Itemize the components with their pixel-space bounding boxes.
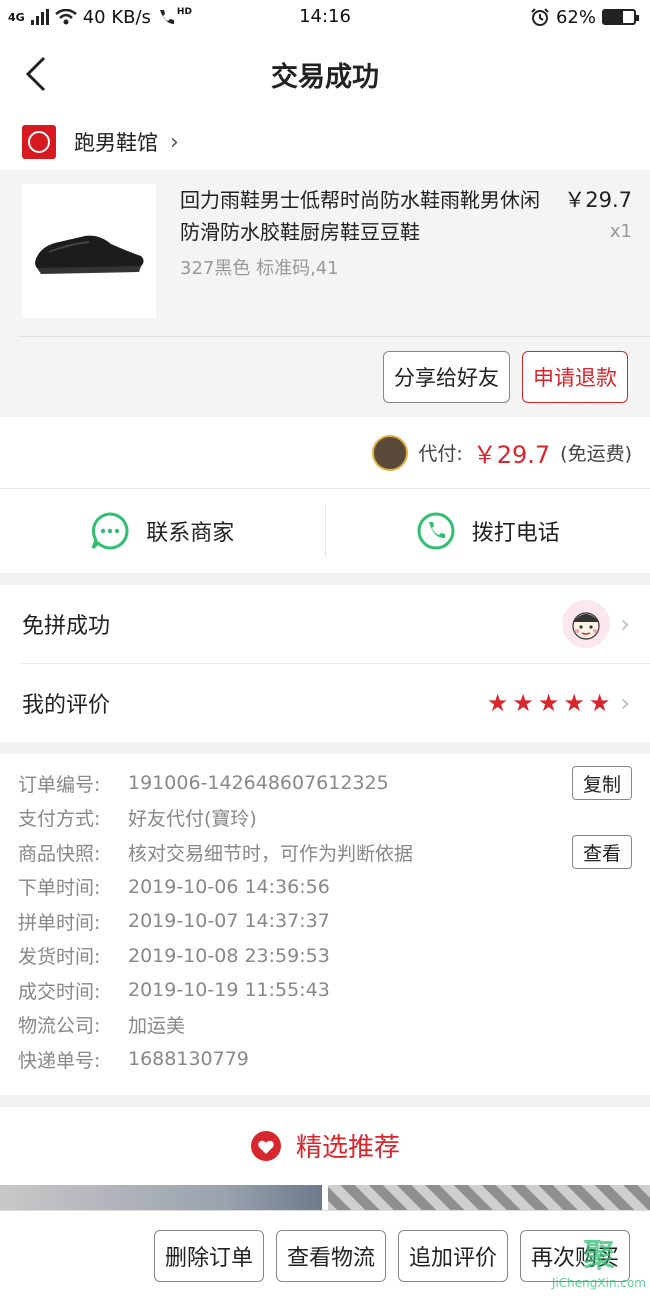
info-value: 2019-10-07 14:37:37 bbox=[128, 910, 330, 933]
product-spec: 327黑色 标准码,41 bbox=[180, 258, 339, 279]
info-row: 支付方式: 好友代付(寶玲) bbox=[18, 801, 632, 836]
info-row: 物流公司: 加运美 bbox=[18, 1008, 632, 1043]
pay-amount: ￥29.7 bbox=[472, 441, 551, 469]
contact-row: 联系商家 拨打电话 bbox=[0, 489, 650, 585]
watermark-logo: 聚 bbox=[582, 1236, 615, 1274]
recommend-title: 精选推荐 bbox=[295, 1133, 400, 1163]
product-item[interactable]: 回力雨鞋男士低帮时尚防水鞋雨靴男休闲防滑防水胶鞋厨房鞋豆豆鞋 327黑色 标准码… bbox=[0, 184, 650, 326]
chevron-right-icon: › bbox=[170, 129, 179, 155]
watermark: 聚 JiChengXin.com bbox=[552, 1230, 646, 1290]
info-row: 成交时间: 2019-10-19 11:55:43 bbox=[18, 973, 632, 1008]
battery-fill bbox=[604, 11, 623, 23]
info-label: 拼单时间: bbox=[18, 911, 101, 934]
info-label: 快递单号: bbox=[18, 1049, 101, 1072]
refund-button[interactable]: 申请退款 bbox=[522, 351, 628, 403]
star-icon: ★ bbox=[486, 689, 509, 717]
heart-icon bbox=[250, 1130, 281, 1161]
order-info: 订单编号: 191006-142648607612325 复制支付方式: 好友代付(寶… bbox=[0, 754, 650, 1095]
info-label: 物流公司: bbox=[18, 1015, 101, 1038]
product-image bbox=[22, 184, 156, 318]
product-qty: x1 bbox=[609, 221, 632, 242]
chevron-right-icon: › bbox=[620, 610, 630, 638]
group-row[interactable]: 免拼成功 › bbox=[0, 585, 650, 663]
contact-merchant-button[interactable]: 联系商家 bbox=[0, 511, 325, 551]
section-gap bbox=[0, 742, 650, 754]
group-label: 免拼成功 bbox=[22, 614, 111, 639]
recommend-header: 精选推荐 bbox=[0, 1107, 650, 1185]
info-row: 拼单时间: 2019-10-07 14:37:37 bbox=[18, 904, 632, 939]
info-value: 191006-142648607612325 bbox=[128, 772, 389, 795]
payment-row: 代付: ￥29.7 (免运费) bbox=[0, 417, 650, 489]
info-row: 发货时间: 2019-10-08 23:59:53 bbox=[18, 939, 632, 974]
info-label: 发货时间: bbox=[18, 946, 101, 969]
chat-icon bbox=[91, 512, 129, 550]
page-title: 交易成功 bbox=[271, 61, 379, 93]
product-price-col: ￥29.7 x1 bbox=[552, 184, 632, 326]
info-row: 下单时间: 2019-10-06 14:36:56 bbox=[18, 870, 632, 905]
shop-name: 跑男鞋馆 bbox=[74, 131, 158, 155]
info-label: 订单编号: bbox=[18, 773, 101, 796]
cartoon-avatar-icon bbox=[572, 612, 600, 640]
product-block: 回力雨鞋男士低帮时尚防水鞋雨靴男休闲防滑防水胶鞋厨房鞋豆豆鞋 327黑色 标准码… bbox=[0, 170, 650, 417]
view-snapshot-button[interactable]: 查看 bbox=[571, 835, 632, 870]
star-icon: ★ bbox=[588, 689, 611, 717]
star-icon: ★ bbox=[512, 689, 534, 717]
share-button[interactable]: 分享给好友 bbox=[383, 351, 510, 403]
delete-order-button[interactable]: 删除订单 bbox=[153, 1229, 264, 1282]
info-row: 快递单号: 1688130779 bbox=[18, 1042, 632, 1077]
product-info: 回力雨鞋男士低帮时尚防水鞋雨靴男休闲防滑防水胶鞋厨房鞋豆豆鞋 327黑色 标准码… bbox=[156, 184, 552, 326]
shoe-image bbox=[35, 235, 144, 274]
product-title: 回力雨鞋男士低帮时尚防水鞋雨靴男休闲防滑防水胶鞋厨房鞋豆豆鞋 bbox=[180, 188, 540, 244]
shop-logo bbox=[22, 125, 56, 159]
phone-icon bbox=[417, 512, 455, 550]
info-value: 2019-10-06 14:36:56 bbox=[128, 875, 330, 898]
shop-row[interactable]: 跑男鞋馆 › bbox=[0, 114, 650, 170]
battery-icon bbox=[602, 9, 639, 25]
product-price: ￥29.7 bbox=[564, 188, 632, 212]
view-logistics-button[interactable]: 查看物流 bbox=[275, 1229, 386, 1282]
contact-merchant-label: 联系商家 bbox=[146, 521, 235, 546]
section-gap bbox=[0, 1094, 650, 1107]
star-icon: ★ bbox=[537, 689, 560, 717]
info-value: 2019-10-08 23:59:53 bbox=[128, 944, 330, 967]
info-label: 下单时间: bbox=[18, 877, 101, 900]
info-label: 成交时间: bbox=[18, 980, 101, 1003]
back-icon[interactable] bbox=[22, 56, 52, 92]
pay-note: (免运费) bbox=[560, 443, 632, 465]
info-value: 核对交易细节时，可作为判断依据 bbox=[128, 842, 414, 865]
product-actions: 分享给好友 申请退款 bbox=[0, 337, 650, 417]
review-label: 我的评价 bbox=[22, 693, 111, 718]
group-right: › bbox=[562, 600, 630, 648]
info-row: 订单编号: 191006-142648607612325 复制 bbox=[18, 766, 632, 801]
info-value: 加运美 bbox=[128, 1015, 186, 1038]
info-label: 支付方式: bbox=[18, 808, 101, 831]
group-avatar bbox=[562, 600, 611, 648]
info-row: 商品快照: 核对交易细节时，可作为判断依据 查看 bbox=[18, 835, 632, 870]
info-value: 1688130779 bbox=[128, 1048, 249, 1071]
review-row[interactable]: 我的评价 ★ ★ ★ ★ ★ › bbox=[0, 664, 650, 742]
info-value: 好友代付(寶玲) bbox=[128, 808, 257, 831]
status-time: 14:16 bbox=[299, 6, 351, 27]
payer-avatar bbox=[372, 434, 409, 471]
add-review-button[interactable]: 追加评价 bbox=[397, 1229, 508, 1282]
watermark-text: JiChengXin.com bbox=[551, 1276, 646, 1290]
review-right: ★ ★ ★ ★ ★ › bbox=[487, 689, 630, 717]
call-button[interactable]: 拨打电话 bbox=[326, 511, 650, 551]
bottom-action-bar: 删除订单 查看物流 追加评价 再次购买 聚 JiChengXin.com bbox=[0, 1210, 650, 1300]
star-icon: ★ bbox=[563, 689, 585, 717]
pay-label: 代付: bbox=[418, 443, 463, 465]
call-label: 拨打电话 bbox=[471, 521, 560, 546]
chevron-right-icon: › bbox=[620, 689, 630, 717]
nav-bar: 交易成功 bbox=[0, 34, 650, 114]
info-label: 商品快照: bbox=[18, 842, 101, 865]
status-bar: 4G 40 KB/s HD 14:16 62% bbox=[0, 0, 650, 34]
info-value: 2019-10-19 11:55:43 bbox=[128, 979, 330, 1002]
copy-button[interactable]: 复制 bbox=[571, 766, 632, 801]
star-rating: ★ ★ ★ ★ ★ bbox=[487, 691, 611, 715]
